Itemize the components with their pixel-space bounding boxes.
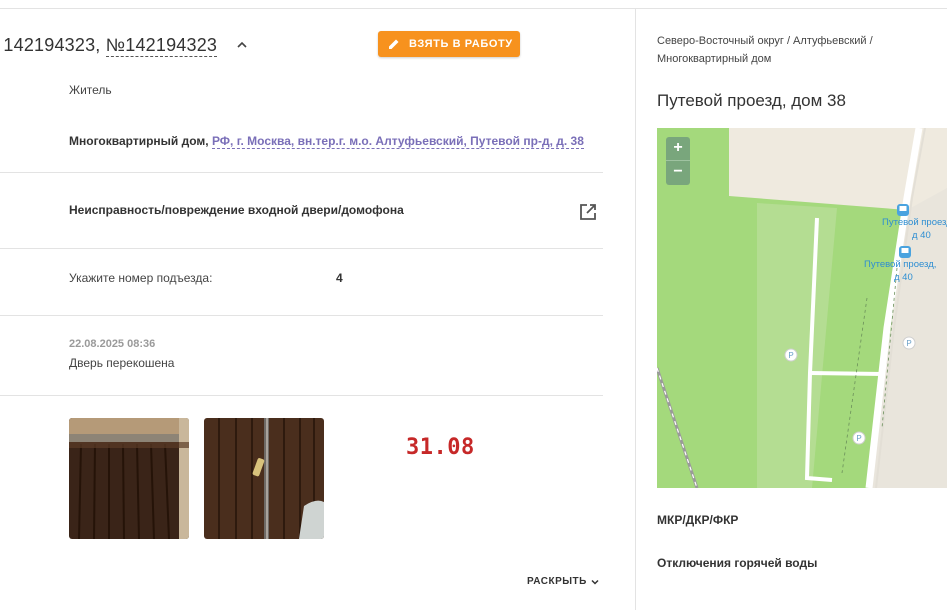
address-panel: Северо-Восточный округ / Алтуфьевский / …	[637, 9, 947, 610]
breadcrumb: Северо-Восточный округ / Алтуфьевский / …	[657, 35, 873, 65]
comment-text: Дверь перекошена	[69, 356, 175, 370]
address-link[interactable]: РФ, г. Москва, вн.тер.г. м.о. Алтуфьевск…	[211, 134, 584, 149]
door-photo-1	[69, 418, 189, 539]
comment-date: 22.08.2025 08:36	[69, 338, 156, 350]
photo-thumbnail[interactable]	[69, 418, 189, 539]
bus-stop-label: Путевой проезд,	[864, 259, 936, 270]
bus-stop-label: Путевой проезд,	[882, 217, 947, 228]
parking-label: P	[788, 351, 793, 360]
repair-programs-label[interactable]: МКР/ДКР/ФКР	[657, 513, 738, 527]
bus-stop-number: д 40	[912, 230, 931, 241]
applicant-section: Житель Многоквартирный дом, РФ, г. Москв…	[0, 9, 603, 173]
address-line: Многоквартирный дом, РФ, г. Москва, вн.т…	[69, 134, 584, 149]
problem-section: Неисправность/повреждение входной двери/…	[0, 173, 603, 249]
zoom-in-button[interactable]: +	[666, 137, 690, 161]
expand-label: РАСКРЫТЬ	[527, 576, 587, 587]
door-photo-2	[204, 418, 324, 539]
bus-stop-number: д 40	[894, 272, 913, 283]
map-zoom-control: + −	[666, 137, 690, 185]
problem-description: Неисправность/повреждение входной двери/…	[69, 203, 404, 217]
map[interactable]: P P P Путевой проезд, д 40 Путевой проез…	[657, 128, 947, 488]
entrance-section: Укажите номер подъезда: 4	[0, 249, 603, 316]
comment-section: 22.08.2025 08:36 Дверь перекошена	[0, 316, 603, 396]
map-canvas: P P P Путевой проезд, д 40 Путевой проез…	[657, 128, 947, 488]
address-title: Путевой проезд, дом 38	[657, 91, 846, 110]
expand-button[interactable]: РАСКРЫТЬ	[527, 576, 600, 587]
parking-label: P	[856, 434, 861, 443]
request-card: 0 142194323, №142194323 ВЗЯТЬ В РАБОТУ Ж…	[0, 9, 636, 610]
parking-label: P	[906, 339, 911, 348]
chevron-down-icon	[591, 579, 599, 585]
photo-thumbnail[interactable]	[204, 418, 324, 539]
hot-water-outages-label[interactable]: Отключения горячей воды	[657, 556, 817, 570]
external-link-icon[interactable]	[578, 202, 598, 222]
entrance-value: 4	[336, 271, 343, 285]
zoom-out-button[interactable]: −	[666, 161, 690, 185]
deadline-stamp: 31.08	[406, 435, 475, 460]
applicant-type: Житель	[69, 83, 112, 97]
building-type: Многоквартирный дом,	[69, 134, 209, 148]
entrance-label: Укажите номер подъезда:	[69, 271, 213, 285]
